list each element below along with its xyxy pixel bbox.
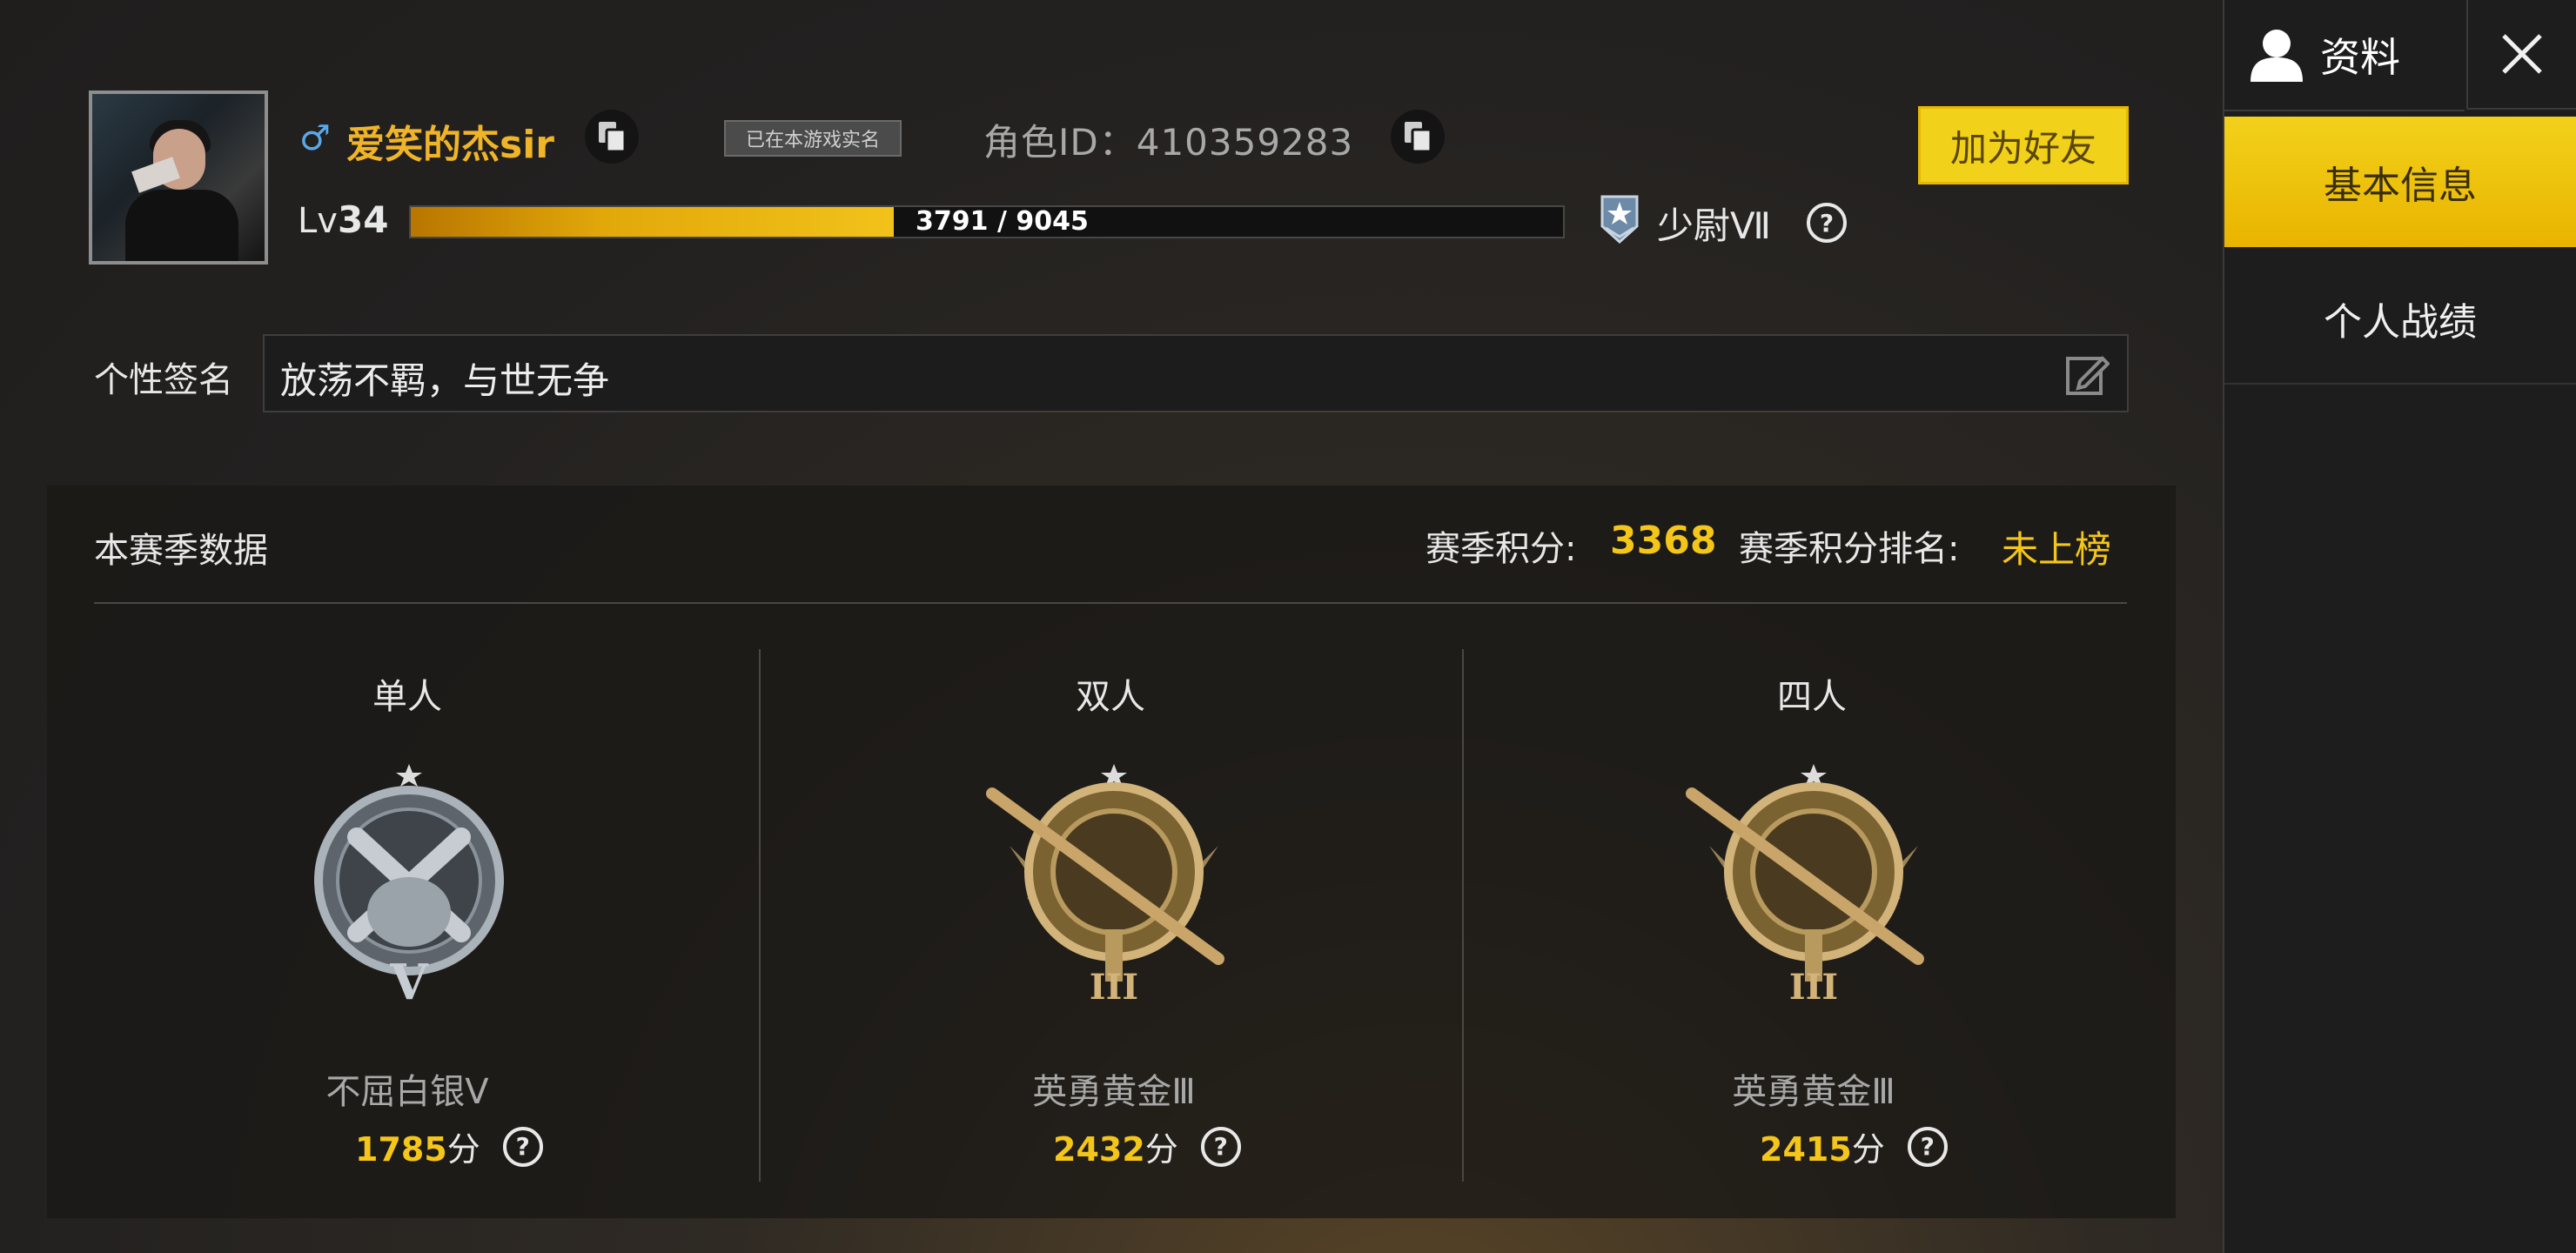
copy-icon xyxy=(1405,122,1432,153)
level-value: 34 xyxy=(337,198,389,241)
divider xyxy=(1462,649,1464,1182)
silver-pistols-badge-icon[interactable]: V xyxy=(305,759,513,1004)
divider xyxy=(94,602,2127,604)
role-id: 角色ID：410359283 xyxy=(983,121,1354,164)
copy-id-button[interactable] xyxy=(1391,110,1445,164)
close-button[interactable] xyxy=(2466,0,2576,110)
points-value-squad: 2415 xyxy=(1760,1130,1852,1169)
tier-help-icon[interactable]: ? xyxy=(1907,1126,1948,1167)
divider xyxy=(759,649,761,1182)
mode-name-solo: 单人 xyxy=(372,677,442,717)
signature-field[interactable]: 放荡不羁，与世无争 xyxy=(263,334,2129,412)
level-label: Lv34 xyxy=(298,198,388,241)
gold-pan-rifle-badge-icon[interactable]: III xyxy=(975,759,1253,1004)
season-rank-value: 未上榜 xyxy=(2002,528,2112,571)
military-rank-icon xyxy=(1600,195,1639,245)
points-squad: 2415分 ? xyxy=(1760,1122,1948,1170)
mode-name-duo: 双人 xyxy=(1076,677,1145,717)
signature-label: 个性签名 xyxy=(94,360,233,400)
edit-icon[interactable] xyxy=(2064,352,2110,397)
player-name: 爱笑的杰sir xyxy=(346,123,554,167)
tier-help-icon[interactable]: ? xyxy=(1200,1126,1241,1167)
signature-text: 放荡不羁，与世无争 xyxy=(280,359,610,402)
svg-text:III: III xyxy=(1090,967,1138,1004)
level-prefix: Lv xyxy=(298,201,338,241)
xp-progress-fill xyxy=(411,207,894,237)
tier-name-squad: 英勇黄金Ⅲ xyxy=(1732,1072,1895,1112)
svg-text:V: V xyxy=(389,954,429,1004)
tab-basic-info[interactable]: 基本信息 xyxy=(2224,117,2576,247)
copy-name-button[interactable] xyxy=(585,110,639,164)
rank-name: 少尉Ⅶ xyxy=(1657,204,1772,247)
xp-text: 3791 / 9045 xyxy=(916,206,1089,237)
add-friend-button[interactable]: 加为好友 xyxy=(1918,106,2129,184)
points-solo: 1785分 ? xyxy=(355,1122,543,1170)
sidebar-header: 资料 xyxy=(2224,0,2465,111)
tier-name-solo: 不屈白银Ⅴ xyxy=(325,1072,489,1112)
real-name-verified-badge: 已在本游戏实名 xyxy=(724,120,902,157)
gender-male-icon: ♂ xyxy=(299,118,331,158)
points-value-solo: 1785 xyxy=(355,1130,447,1169)
mode-name-squad: 四人 xyxy=(1777,677,1847,717)
points-unit: 分 xyxy=(1851,1130,1885,1169)
points-duo: 2432分 ? xyxy=(1053,1122,1241,1170)
tier-name-duo: 英勇黄金Ⅲ xyxy=(1032,1072,1196,1112)
points-unit: 分 xyxy=(446,1130,480,1169)
points-unit: 分 xyxy=(1144,1130,1178,1169)
xp-progress-bar: 3791 / 9045 xyxy=(409,205,1565,238)
tab-personal-record[interactable]: 个人战绩 xyxy=(2224,254,2576,385)
gold-pan-rifle-badge-icon[interactable]: III xyxy=(1674,759,1953,1004)
sidebar-title: 资料 xyxy=(2320,34,2400,81)
season-score-value: 3368 xyxy=(1610,519,1717,563)
season-score-label: 赛季积分: xyxy=(1426,529,1577,569)
rank-help-icon[interactable]: ? xyxy=(1807,203,1847,243)
close-icon xyxy=(2502,34,2542,74)
player-avatar[interactable] xyxy=(89,90,268,265)
season-rank-label: 赛季积分排名: xyxy=(1739,529,1960,569)
svg-text:III: III xyxy=(1789,967,1838,1004)
tier-help-icon[interactable]: ? xyxy=(502,1126,543,1167)
copy-icon xyxy=(599,122,627,153)
user-icon xyxy=(2251,30,2303,82)
season-title: 本赛季数据 xyxy=(94,531,268,571)
points-value-duo: 2432 xyxy=(1053,1130,1145,1169)
